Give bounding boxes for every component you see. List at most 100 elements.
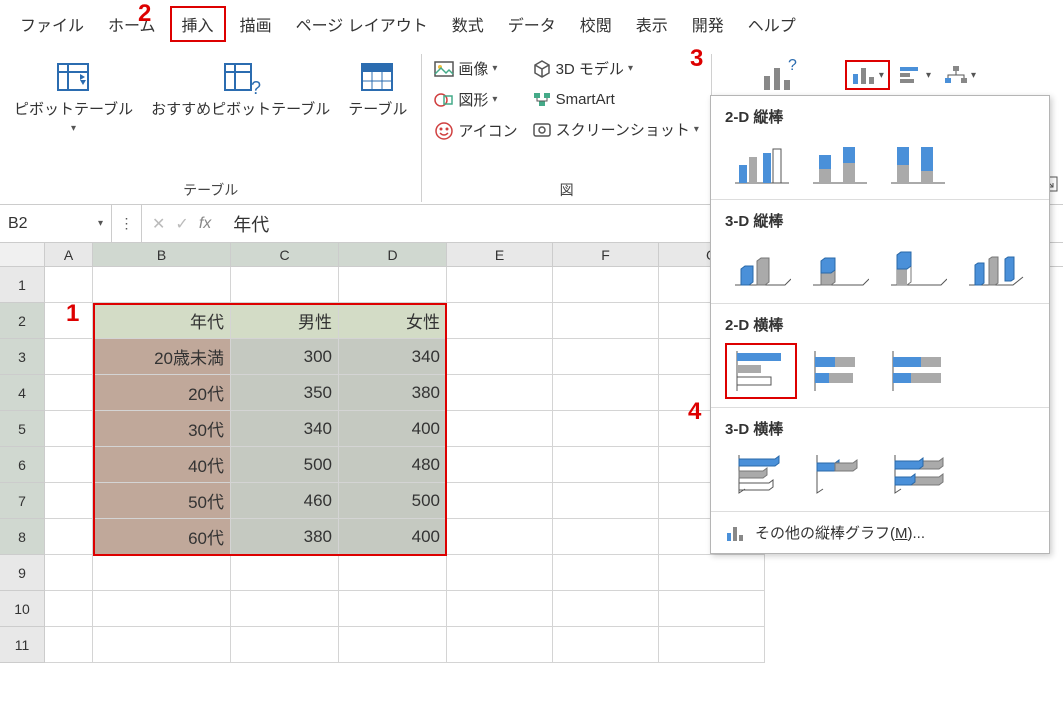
pivot-table-button[interactable]: ピボットテーブル▾ bbox=[8, 54, 139, 139]
stacked-bar-icon[interactable] bbox=[803, 343, 875, 399]
cell[interactable] bbox=[93, 555, 231, 591]
hierarchy-chart-button[interactable]: ▾ bbox=[939, 60, 980, 90]
fx-icon[interactable]: fx bbox=[199, 215, 211, 233]
cell[interactable] bbox=[447, 519, 553, 555]
menu-home[interactable]: ホーム bbox=[98, 8, 166, 40]
cell[interactable] bbox=[93, 267, 231, 303]
cell[interactable] bbox=[45, 627, 93, 663]
cell[interactable]: 340 bbox=[339, 339, 447, 375]
cell[interactable] bbox=[339, 627, 447, 663]
cell[interactable] bbox=[553, 591, 659, 627]
column-chart-button[interactable]: ▾ bbox=[845, 60, 890, 90]
cell[interactable]: 340 bbox=[231, 411, 339, 447]
cell[interactable] bbox=[553, 483, 659, 519]
row-header[interactable]: 7 bbox=[0, 483, 45, 519]
image-button[interactable]: 画像 ▾ bbox=[430, 56, 521, 81]
cell[interactable]: 400 bbox=[339, 519, 447, 555]
row-header[interactable]: 10 bbox=[0, 591, 45, 627]
cell[interactable] bbox=[45, 519, 93, 555]
3d-clustered-column-icon[interactable] bbox=[725, 239, 797, 295]
cell[interactable]: 460 bbox=[231, 483, 339, 519]
menu-insert[interactable]: 挿入 bbox=[170, 6, 226, 42]
stacked-column-icon[interactable] bbox=[803, 135, 875, 191]
menu-dev[interactable]: 開発 bbox=[682, 8, 734, 40]
cell[interactable] bbox=[447, 555, 553, 591]
cell[interactable] bbox=[231, 267, 339, 303]
cell[interactable]: 350 bbox=[231, 375, 339, 411]
cell[interactable] bbox=[553, 339, 659, 375]
row-header[interactable]: 9 bbox=[0, 555, 45, 591]
cell[interactable]: 20歳未満 bbox=[93, 339, 231, 375]
cell[interactable]: 380 bbox=[339, 375, 447, 411]
cell[interactable] bbox=[45, 339, 93, 375]
bar-chart-button[interactable]: ▾ bbox=[894, 60, 935, 90]
cell[interactable]: 年代 bbox=[93, 303, 231, 339]
row-header[interactable]: 3 bbox=[0, 339, 45, 375]
col-header[interactable]: A bbox=[45, 243, 93, 266]
row-header[interactable]: 11 bbox=[0, 627, 45, 663]
cell[interactable] bbox=[447, 447, 553, 483]
cell[interactable] bbox=[45, 447, 93, 483]
cell[interactable] bbox=[553, 447, 659, 483]
table-button[interactable]: テーブル bbox=[342, 54, 413, 124]
cell[interactable]: 女性 bbox=[339, 303, 447, 339]
row-header[interactable]: 6 bbox=[0, 447, 45, 483]
stacked-100-column-icon[interactable] bbox=[881, 135, 953, 191]
cell[interactable] bbox=[231, 591, 339, 627]
cell[interactable] bbox=[447, 339, 553, 375]
icons-button[interactable]: アイコン bbox=[430, 118, 521, 143]
recommended-pivot-button[interactable]: ? おすすめピボットテーブル bbox=[145, 54, 336, 124]
col-header[interactable]: F bbox=[553, 243, 659, 266]
cell[interactable]: 20代 bbox=[93, 375, 231, 411]
cell[interactable] bbox=[553, 519, 659, 555]
cell[interactable] bbox=[659, 591, 765, 627]
row-header[interactable]: 1 bbox=[0, 267, 45, 303]
clustered-column-icon[interactable] bbox=[725, 135, 797, 191]
3d-column-icon[interactable] bbox=[959, 239, 1031, 295]
cancel-icon[interactable]: ✕ bbox=[152, 214, 165, 234]
col-header[interactable]: E bbox=[447, 243, 553, 266]
cell[interactable]: 30代 bbox=[93, 411, 231, 447]
row-header[interactable]: 4 bbox=[0, 375, 45, 411]
cell[interactable] bbox=[93, 591, 231, 627]
screenshot-button[interactable]: スクリーンショット ▾ bbox=[528, 117, 703, 142]
cell[interactable] bbox=[447, 267, 553, 303]
enter-icon[interactable]: ✓ bbox=[175, 214, 188, 234]
3d-model-button[interactable]: 3D モデル ▾ bbox=[528, 56, 703, 81]
cell[interactable]: 男性 bbox=[231, 303, 339, 339]
cell[interactable] bbox=[339, 555, 447, 591]
row-header[interactable]: 2 bbox=[0, 303, 45, 339]
formula-input[interactable]: 年代 bbox=[221, 211, 281, 237]
cell[interactable] bbox=[45, 411, 93, 447]
menu-review[interactable]: 校閲 bbox=[570, 8, 622, 40]
cell[interactable] bbox=[553, 375, 659, 411]
cell[interactable] bbox=[553, 555, 659, 591]
cell[interactable] bbox=[45, 555, 93, 591]
cell[interactable] bbox=[45, 591, 93, 627]
stacked-100-bar-icon[interactable] bbox=[881, 343, 953, 399]
menu-view[interactable]: 表示 bbox=[626, 8, 678, 40]
select-all-corner[interactable] bbox=[0, 243, 45, 266]
menu-draw[interactable]: 描画 bbox=[230, 8, 282, 40]
cell[interactable] bbox=[659, 627, 765, 663]
cell[interactable]: 400 bbox=[339, 411, 447, 447]
cell[interactable]: 300 bbox=[231, 339, 339, 375]
cell[interactable]: 60代 bbox=[93, 519, 231, 555]
cell[interactable] bbox=[447, 303, 553, 339]
cell[interactable] bbox=[659, 555, 765, 591]
cell[interactable] bbox=[45, 267, 93, 303]
col-header[interactable]: D bbox=[339, 243, 447, 266]
insert-function-icon[interactable]: ⋮ bbox=[112, 205, 142, 242]
cell[interactable] bbox=[447, 375, 553, 411]
cell[interactable] bbox=[447, 627, 553, 663]
name-box[interactable]: B2▾ bbox=[0, 205, 112, 242]
menu-file[interactable]: ファイル bbox=[10, 8, 94, 40]
more-column-charts[interactable]: その他の縦棒グラフ(M)... bbox=[711, 512, 1049, 553]
menu-help[interactable]: ヘルプ bbox=[738, 8, 806, 40]
cell[interactable] bbox=[93, 627, 231, 663]
cell[interactable] bbox=[231, 627, 339, 663]
row-header[interactable]: 8 bbox=[0, 519, 45, 555]
smartart-button[interactable]: SmartArt bbox=[528, 87, 703, 111]
3d-stacked-column-icon[interactable] bbox=[803, 239, 875, 295]
cell[interactable]: 480 bbox=[339, 447, 447, 483]
